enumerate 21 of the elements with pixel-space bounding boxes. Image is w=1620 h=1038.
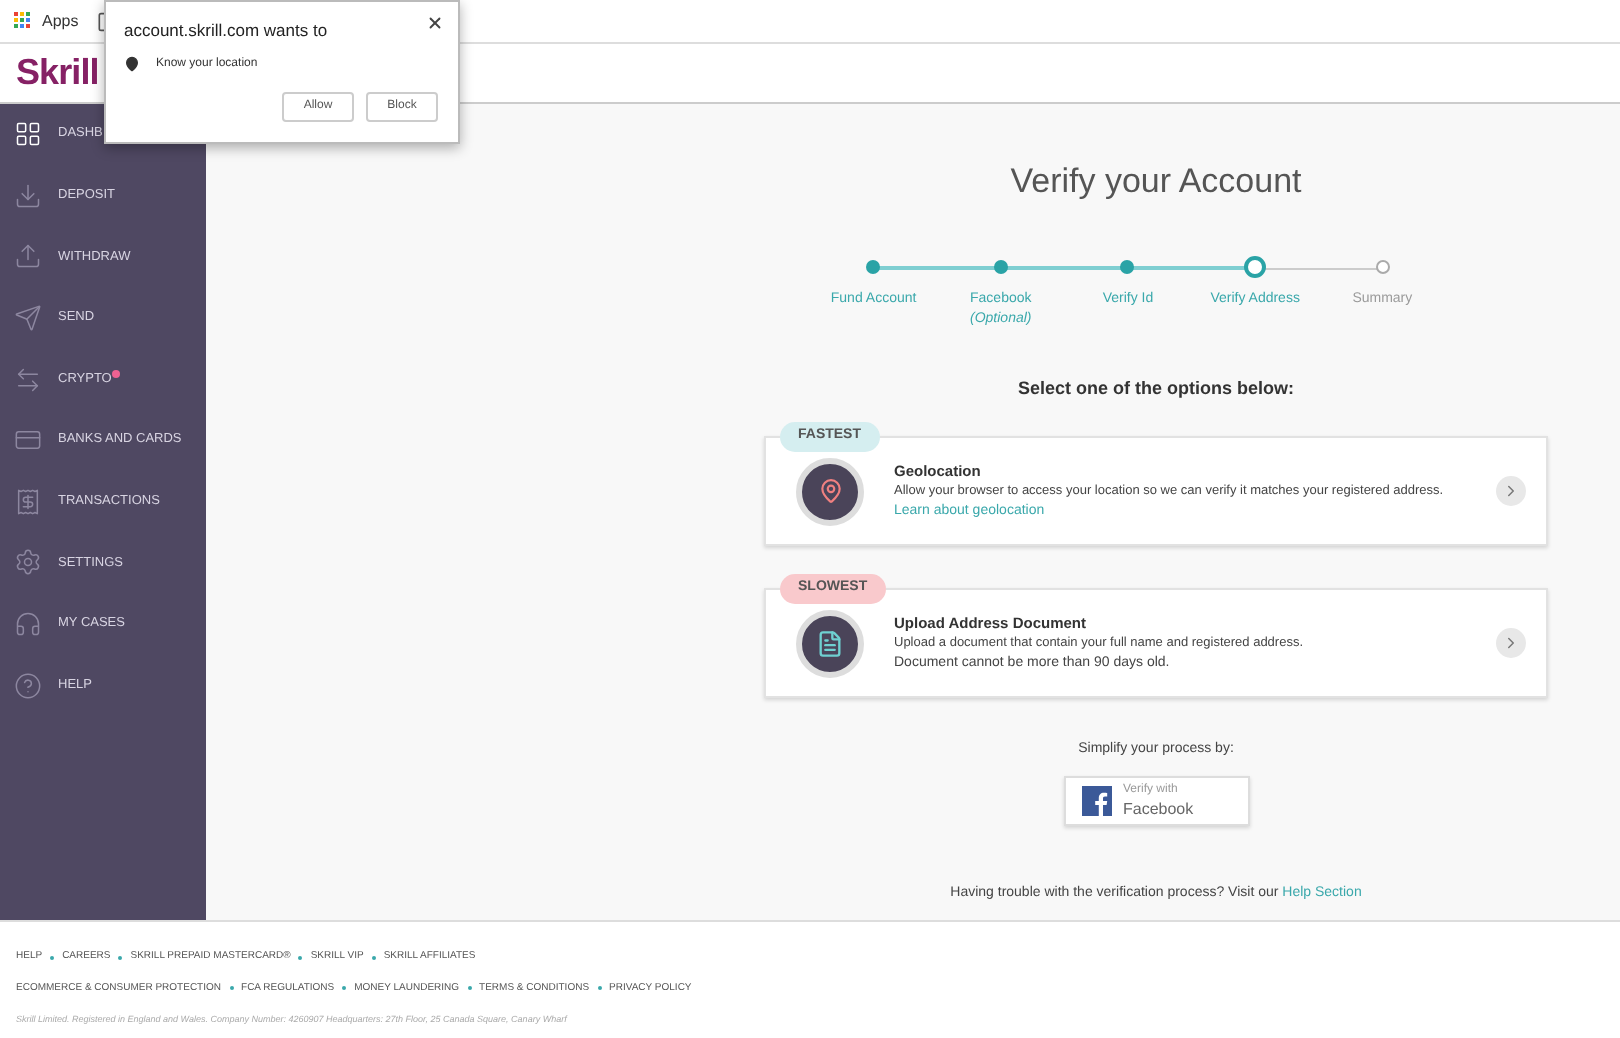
chevron-right-icon[interactable] — [1496, 628, 1526, 658]
cards-icon — [14, 426, 42, 455]
chevron-right-icon[interactable] — [1496, 476, 1526, 506]
help-icon — [14, 671, 42, 700]
withdraw-icon — [14, 242, 42, 271]
settings-icon — [14, 548, 42, 577]
skrill-logo[interactable]: Skrill — [16, 46, 99, 100]
map-pin-icon — [796, 457, 864, 525]
apps-label[interactable]: Apps — [42, 9, 79, 33]
deposit-icon — [14, 181, 42, 210]
dashboard-icon — [14, 120, 42, 149]
apps-grid-icon[interactable] — [14, 12, 32, 30]
crypto-icon — [14, 365, 42, 394]
close-icon[interactable] — [426, 14, 444, 32]
facebook-icon — [1081, 785, 1111, 815]
options-prompt: Select one of the options below: — [1017, 375, 1294, 402]
popup-title: account.skrill.com wants to — [124, 18, 328, 44]
send-icon — [14, 304, 42, 333]
document-icon — [796, 609, 864, 677]
page-title: Verify your Account — [1010, 160, 1302, 204]
location-pin-icon — [124, 56, 140, 73]
